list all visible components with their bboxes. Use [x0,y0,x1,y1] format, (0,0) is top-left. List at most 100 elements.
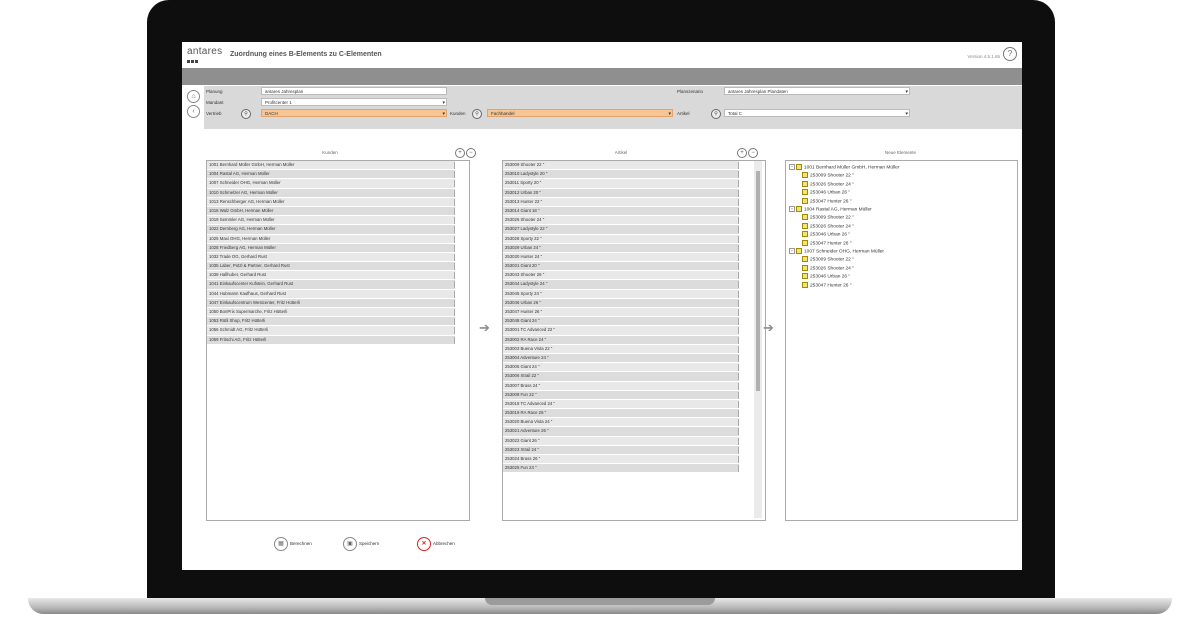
checkbox[interactable] [454,263,455,271]
tree-leaf[interactable]: 253047 Hunter 26 " [802,239,851,246]
list-item[interactable]: 1028 Friedberg AG, Herman Müller [207,243,455,253]
planung-field[interactable]: antares Jahresplan [261,87,447,95]
list-item[interactable]: 253023 Xtrail 24 " [503,445,739,455]
checkbox[interactable] [454,198,455,206]
checkbox[interactable] [738,226,739,234]
list-item[interactable]: 253031 Giant 20 " [503,262,739,272]
list-item[interactable]: 253006 Xtrail 22 " [503,372,739,382]
checkbox[interactable] [454,336,455,344]
add-icon[interactable]: + [455,148,465,158]
list-item[interactable]: 1044 Hubmann Kaufhaus, Gerhard Rust [207,289,455,299]
checkbox[interactable] [738,171,739,179]
tree-leaf[interactable]: 253026 Shooter 24 " [802,264,854,271]
list-item[interactable]: 1022 Dernberg AG, Herman Müller [207,225,455,235]
list-item[interactable]: 253045 Sporty 24 " [503,289,739,299]
list-item[interactable]: 253025 Fun 24 " [503,464,739,474]
list-item[interactable]: 253013 Hunter 22 " [503,197,739,207]
list-item[interactable]: 253048 Giant 24 " [503,317,739,327]
speichern-button[interactable]: ▣ Speichern [343,537,379,551]
checkbox[interactable] [454,180,455,188]
vertrieb-search-icon[interactable]: ⚲ [241,109,251,119]
tree-leaf[interactable]: 253046 Urban 26 " [802,273,850,279]
checkbox[interactable] [738,391,739,399]
list-item[interactable]: 1035 Laber, Potzl & Partner, Gerhard Rus… [207,262,455,272]
checkbox[interactable] [738,354,739,362]
checkbox[interactable] [738,180,739,188]
list-item[interactable]: 253012 Urban 20 " [503,188,739,198]
checkbox[interactable] [738,345,739,353]
list-item[interactable]: 253029 Urban 24 " [503,243,739,253]
list-item[interactable]: 253022 Giant 26 " [503,436,739,446]
planszenario-select[interactable]: antares Jahresplan Plandaten ▾ [724,87,910,95]
list-item[interactable]: 253008 Fun 22 " [503,390,739,400]
checkbox[interactable] [454,253,455,261]
list-item[interactable]: 253044 Ladystyle 24 " [503,280,739,290]
list-item[interactable]: 253003 Buena Vista 22 " [503,344,739,354]
list-item[interactable]: 1001 Bernhard Müller GmbH, Herman Müller [207,161,455,171]
list-item[interactable]: 253021 Adventure 26 " [503,427,739,437]
list-item[interactable]: 1010 Schmelzer AG, Herman Müller [207,188,455,198]
checkbox[interactable] [738,309,739,316]
checkbox[interactable] [738,217,739,225]
list-item[interactable]: 1016 Walz GmbH, Herman Müller [207,206,455,217]
checkbox[interactable] [738,235,739,243]
list-item[interactable]: 253030 Hunter 24 " [503,252,739,263]
checkbox[interactable] [738,299,739,307]
list-item[interactable]: 1047 Einkaufscentrum Westcenter, Fritz H… [207,298,455,308]
list-item[interactable]: 1053 Rütli Shop, Fritz Hütterli [207,317,455,327]
checkbox[interactable] [454,207,455,215]
checkbox[interactable] [454,217,455,225]
tree-leaf[interactable]: 253047 Hunter 26 " [802,197,851,204]
checkbox[interactable] [738,373,739,381]
scrollbar-thumb[interactable] [756,171,760,391]
checkbox[interactable] [738,272,739,280]
checkbox[interactable] [738,336,739,344]
tree-node[interactable]: − 1004 Rastal AG, Herman Müller [789,206,872,212]
list-item[interactable]: 253005 Giant 24 " [503,363,739,373]
checkbox[interactable] [738,382,739,390]
checkbox[interactable] [738,364,739,372]
list-item[interactable]: 253002 RA Race 24 " [503,335,739,345]
checkbox[interactable] [738,207,739,215]
checkbox[interactable] [738,465,739,473]
list-item[interactable]: 1019 Semmler AG, Herman Müller [207,216,455,226]
checkbox[interactable] [738,446,739,454]
checkbox[interactable] [738,419,739,427]
checkbox[interactable] [738,162,739,169]
abbrechen-button[interactable]: ✕ Abbrechen [417,537,455,551]
list-item[interactable]: 253011 Sporty 20 " [503,179,739,189]
tree-leaf[interactable]: 253009 Shooter 22 " [802,214,854,221]
list-item[interactable]: 253028 Sporty 22 " [503,234,739,244]
checkbox[interactable] [738,281,739,289]
remove-icon[interactable]: − [466,148,476,158]
remove-icon[interactable]: − [748,148,758,158]
mandant-select[interactable]: Profitcenter 1 ▾ [261,98,447,106]
checkbox[interactable] [454,162,455,169]
add-icon[interactable]: + [737,148,747,158]
checkbox[interactable] [738,437,739,445]
checkbox[interactable] [454,327,455,335]
list-item[interactable]: 253004 Adventure 24 " [503,353,739,364]
checkbox[interactable] [454,226,455,234]
vertrieb-select[interactable]: DACH ▾ [261,109,447,117]
collapse-icon[interactable]: − [789,248,795,254]
checkbox[interactable] [738,253,739,261]
list-item[interactable]: 1056 Schmidt AG, Fritz Hütterli [207,326,455,336]
artikel-select[interactable]: Total C ▾ [724,109,910,117]
checkbox[interactable] [454,171,455,179]
back-icon[interactable]: ‹ [187,105,200,118]
artikel-search-icon[interactable]: ⚲ [711,109,721,119]
list-item[interactable]: 1004 Rastal AG, Herman Müller [207,170,455,180]
collapse-icon[interactable]: − [789,164,795,170]
list-item[interactable]: 253020 Buena Vista 24 " [503,418,739,428]
checkbox[interactable] [738,327,739,335]
checkbox[interactable] [738,428,739,436]
list-item[interactable]: 253009 Shooter 22 " [503,161,739,171]
checkbox[interactable] [738,400,739,408]
list-item[interactable]: 253010 Ladystyle 20 " [503,170,739,180]
list-item[interactable]: 1041 Einkaufscenter Kufstein, Gerhard Ru… [207,280,455,290]
help-icon[interactable]: ? [1003,47,1017,61]
tree-leaf[interactable]: 253026 Shooter 24 " [802,222,854,229]
tree-leaf[interactable]: 253009 Shooter 22 " [802,256,854,263]
tree-leaf[interactable]: 253046 Urban 26 " [802,231,850,237]
